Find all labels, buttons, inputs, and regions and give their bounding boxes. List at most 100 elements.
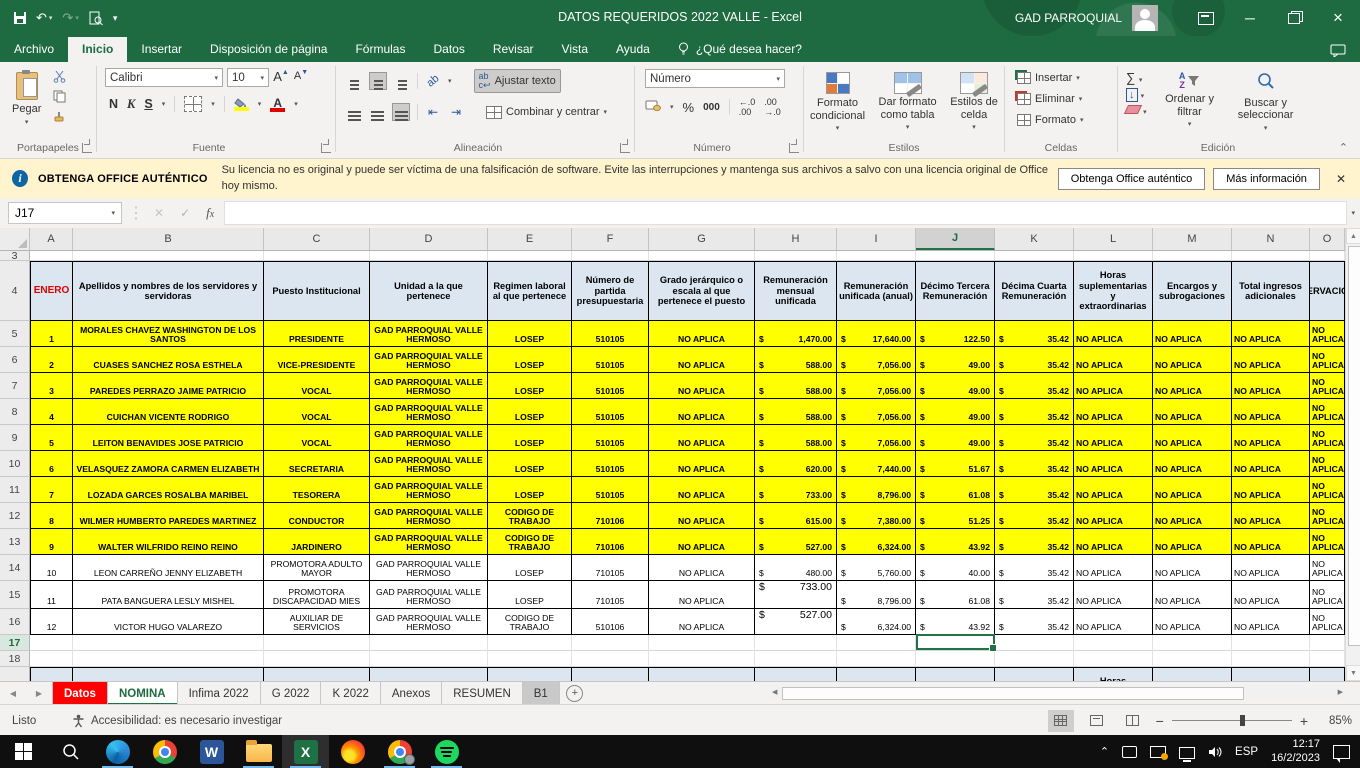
cell[interactable]: $5,760.00 xyxy=(837,555,916,581)
merge-center-button[interactable]: Combinar y centrar▾ xyxy=(482,104,611,121)
sheet-nav-left-icon[interactable]: ◀ xyxy=(0,682,26,705)
cell[interactable]: 11 xyxy=(30,581,73,609)
selected-cell-J17[interactable] xyxy=(916,634,995,650)
cell[interactable]: NO APLICA xyxy=(1074,529,1153,555)
column-header-I[interactable]: I xyxy=(837,228,916,250)
cell[interactable] xyxy=(649,251,755,261)
cell[interactable] xyxy=(1074,635,1153,651)
cell[interactable] xyxy=(1074,251,1153,261)
redo-button[interactable]: ↷▾ xyxy=(62,10,78,26)
column-header-K[interactable]: K xyxy=(995,228,1074,250)
column-header-J[interactable]: J xyxy=(916,228,995,250)
cell[interactable]: LOSEP xyxy=(488,321,572,347)
cell[interactable]: $733.00 xyxy=(755,581,837,609)
cell[interactable]: NO APLICA xyxy=(1153,451,1232,477)
clear-button[interactable]: ▾ xyxy=(1126,105,1147,117)
cell[interactable]: NO APLICA xyxy=(1074,347,1153,373)
insert-function-icon[interactable]: fx xyxy=(206,205,214,221)
row-header-13[interactable]: 13 xyxy=(0,529,30,555)
font-size-select[interactable]: 10▾ xyxy=(227,68,269,87)
cell[interactable]: JARDINERO xyxy=(264,529,370,555)
header-cell-F[interactable]: Número de partida presupuestaria xyxy=(572,261,649,321)
cell[interactable]: NO APLICA xyxy=(649,321,755,347)
cell[interactable]: GAD PARROQUIAL VALLE HERMOSO xyxy=(370,399,488,425)
column-header-B[interactable]: B xyxy=(73,228,264,250)
cell[interactable]: $35.42 xyxy=(995,555,1074,581)
header-cell-J[interactable]: Décimo Tercera Remuneración xyxy=(916,667,995,681)
cell[interactable] xyxy=(1074,651,1153,667)
cell[interactable] xyxy=(488,251,572,261)
cell[interactable]: $35.42 xyxy=(995,321,1074,347)
cell[interactable]: 3 xyxy=(30,373,73,399)
cell[interactable]: NO APLICA xyxy=(1232,399,1310,425)
cell[interactable]: LOSEP xyxy=(488,399,572,425)
row-header-16[interactable]: 16 xyxy=(0,609,30,635)
header-cell-I[interactable]: Remuneración unificada (anual) xyxy=(837,667,916,681)
tray-language[interactable]: ESP xyxy=(1235,746,1258,758)
cell[interactable] xyxy=(755,651,837,667)
header-cell-O[interactable]: OBSERVACIONES xyxy=(1310,667,1345,681)
cell[interactable]: PRESIDENTE xyxy=(264,321,370,347)
cell[interactable] xyxy=(1310,651,1345,667)
cell[interactable]: TESORERA xyxy=(264,477,370,503)
cell[interactable]: NO APLICA xyxy=(1232,347,1310,373)
collapse-ribbon-button[interactable]: ⌃ xyxy=(1339,141,1348,154)
taskbar-excel-icon[interactable]: X xyxy=(282,735,329,768)
cell[interactable] xyxy=(73,635,264,651)
header-cell-N[interactable]: Total ingresos adicionales xyxy=(1232,261,1310,321)
taskbar-chrome-icon[interactable] xyxy=(141,735,188,768)
cell[interactable]: 710105 xyxy=(572,581,649,609)
close-button[interactable]: × xyxy=(1316,0,1360,36)
cell[interactable]: $588.00 xyxy=(755,373,837,399)
taskbar-search-button[interactable] xyxy=(47,735,94,768)
clipboard-dialog-launcher[interactable] xyxy=(82,143,92,153)
header-cell-C[interactable]: Puesto Institucional xyxy=(264,667,370,681)
header-cell-H[interactable]: Remuneración mensual unificada xyxy=(755,261,837,321)
cell[interactable]: NO APLICA xyxy=(649,347,755,373)
zoom-thumb[interactable] xyxy=(1240,715,1245,726)
cell[interactable]: NO APLICA xyxy=(649,555,755,581)
cell[interactable]: 7 xyxy=(30,477,73,503)
cell[interactable]: LOZADA GARCES ROSALBA MARIBEL xyxy=(73,477,264,503)
ribbon-tab-archivo[interactable]: Archivo xyxy=(0,37,68,62)
sort-filter-button[interactable]: AZ Ordenar y filtrar▾ xyxy=(1153,66,1227,135)
cell[interactable]: PROMOTORA DISCAPACIDAD MIES xyxy=(264,581,370,609)
cancel-entry-icon[interactable]: ✕ xyxy=(154,206,164,220)
header-cell-C[interactable]: Puesto Institucional xyxy=(264,261,370,321)
cell[interactable]: NO APLICA xyxy=(1232,503,1310,529)
cell[interactable]: PROMOTORA ADULTO MAYOR xyxy=(264,555,370,581)
cell[interactable]: LOSEP xyxy=(488,347,572,373)
cell[interactable]: NO APLICA xyxy=(1153,477,1232,503)
taskbar-spotify-icon[interactable] xyxy=(423,735,470,768)
cell[interactable] xyxy=(264,251,370,261)
normal-view-button[interactable] xyxy=(1048,710,1074,732)
cell[interactable]: $588.00 xyxy=(755,347,837,373)
cell[interactable]: VOCAL xyxy=(264,399,370,425)
cell[interactable] xyxy=(370,651,488,667)
column-header-H[interactable]: H xyxy=(755,228,837,250)
cell[interactable]: GAD PARROQUIAL VALLE HERMOSO xyxy=(370,451,488,477)
ribbon-tab-insertar[interactable]: Insertar xyxy=(127,37,196,62)
paste-button[interactable]: Pegar▾ xyxy=(6,66,47,129)
page-break-view-button[interactable] xyxy=(1120,710,1146,732)
column-header-M[interactable]: M xyxy=(1153,228,1232,250)
column-header-L[interactable]: L xyxy=(1074,228,1153,250)
underline-button[interactable]: S xyxy=(144,97,152,111)
ribbon-display-options-button[interactable] xyxy=(1184,0,1228,36)
cell[interactable]: NO APLICA xyxy=(1074,451,1153,477)
percent-style-button[interactable]: % xyxy=(683,100,695,115)
cell[interactable]: NO APLICA xyxy=(1074,399,1153,425)
cell[interactable]: $6,324.00 xyxy=(837,529,916,555)
header-cell-B[interactable]: Apellidos y nombres de los servidores y … xyxy=(73,667,264,681)
cell[interactable]: NO APLICA xyxy=(1074,477,1153,503)
confirm-entry-icon[interactable]: ✓ xyxy=(180,206,190,220)
cell[interactable]: 510106 xyxy=(572,609,649,635)
cell[interactable]: NO APLICA xyxy=(1310,451,1345,477)
cell[interactable]: NO APLICA xyxy=(649,503,755,529)
cell[interactable] xyxy=(488,635,572,651)
cell[interactable]: NO APLICA xyxy=(1153,373,1232,399)
cell[interactable]: $733.00 xyxy=(755,477,837,503)
tray-cast-icon[interactable] xyxy=(1122,746,1137,758)
number-format-select[interactable]: Número▾ xyxy=(645,69,785,88)
ribbon-tab-ayuda[interactable]: Ayuda xyxy=(602,37,664,62)
